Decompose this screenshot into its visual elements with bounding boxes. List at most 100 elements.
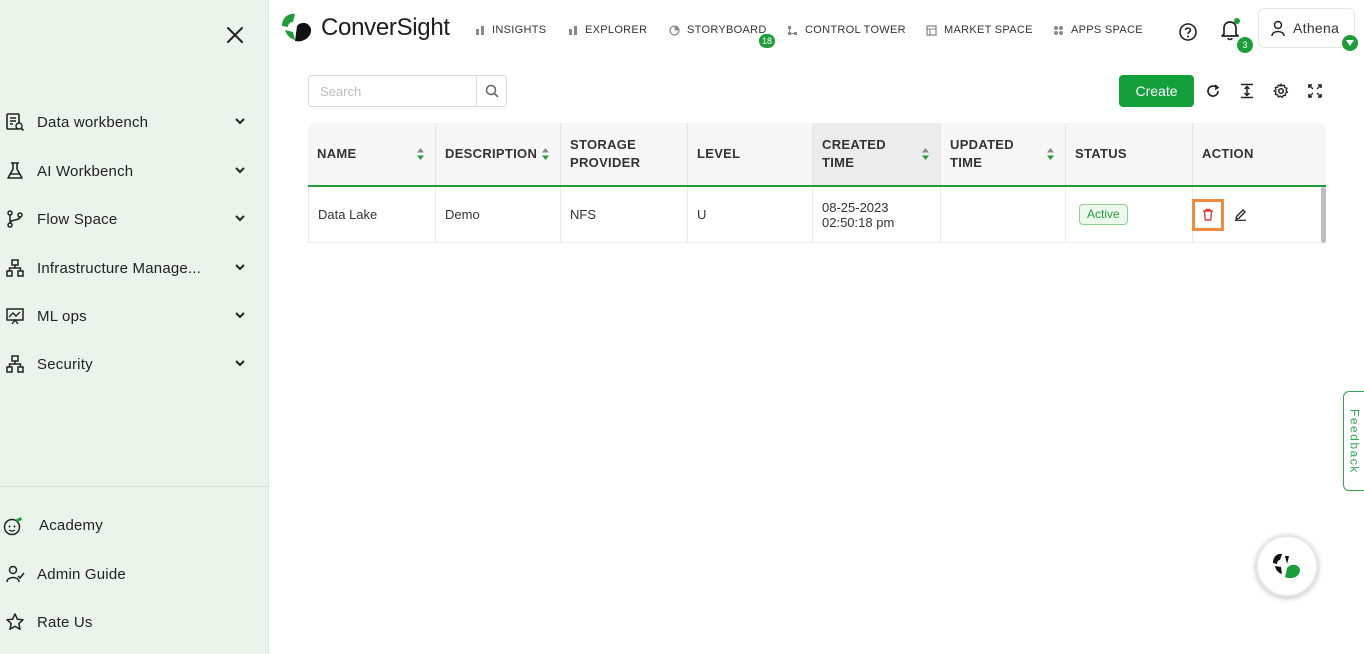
sidebar-footer-rate-us[interactable]: Rate Us — [0, 602, 269, 642]
sidebar-item-flow-space[interactable]: Flow Space — [0, 199, 269, 239]
sort-icon[interactable] — [416, 147, 425, 161]
sort-icon[interactable] — [1046, 147, 1055, 161]
help-button[interactable] — [1178, 22, 1198, 42]
column-header-storage-provider: STORAGE PROVIDER — [561, 123, 688, 185]
star-icon — [6, 613, 24, 630]
fullscreen-button[interactable] — [1306, 82, 1324, 100]
sidebar-footer-label: Admin Guide — [37, 565, 126, 583]
apps-grid-icon — [1054, 25, 1063, 35]
menu-market-space[interactable]: MARKET SPACE — [926, 24, 1033, 36]
menu-storyboard[interactable]: STORYBOARD — [669, 24, 767, 36]
column-header-label: DESCRIPTION — [445, 146, 538, 161]
column-header-level: LEVEL — [688, 123, 813, 185]
conversight-assistant-icon — [1273, 553, 1300, 579]
notification-count-badge: 3 — [1237, 37, 1253, 53]
edit-button[interactable] — [1232, 207, 1248, 223]
column-header-label: CREATED TIME — [822, 137, 886, 170]
sidebar-item-data-workbench[interactable]: Data workbench — [0, 102, 269, 142]
status-badge: Active — [1079, 204, 1128, 225]
sidebar-item-ai-workbench[interactable]: AI Workbench — [0, 151, 269, 191]
storyboard-badge: 18 — [759, 34, 776, 48]
bar-chart-icon — [569, 26, 577, 35]
close-sidebar-button[interactable] — [222, 22, 248, 48]
sort-icon[interactable] — [921, 147, 930, 161]
column-height-icon — [1241, 83, 1253, 99]
sidebar-footer-academy[interactable]: Academy — [0, 505, 269, 545]
chevron-down-icon — [235, 167, 245, 174]
menu-label: APPS SPACE — [1071, 24, 1143, 36]
settings-button[interactable] — [1272, 82, 1290, 100]
menu-explorer[interactable]: EXPLORER — [568, 24, 647, 36]
user-menu-caret[interactable] — [1342, 35, 1358, 51]
created-clock-time: 02:50:18 pm — [822, 214, 895, 230]
user-icon — [1271, 20, 1285, 37]
sidebar-footer-admin-guide[interactable]: Admin Guide — [0, 554, 269, 594]
user-menu-button[interactable]: Athena — [1258, 8, 1355, 48]
chevron-down-icon — [235, 264, 245, 271]
create-button[interactable]: Create — [1119, 75, 1194, 107]
column-header-description[interactable]: DESCRIPTION — [436, 123, 561, 185]
academy-icon — [3, 517, 22, 536]
column-header-label: NAME — [317, 146, 357, 161]
feedback-label: Feedback — [1347, 408, 1362, 474]
search-icon — [485, 84, 499, 98]
cell-name: Data Lake — [309, 187, 436, 242]
column-header-name[interactable]: NAME — [308, 123, 436, 185]
sidebar-item-security[interactable]: Security — [0, 344, 269, 384]
menu-label: EXPLORER — [585, 24, 648, 36]
sidebar-item-label: ML ops — [37, 307, 87, 325]
conversight-logo-icon — [282, 13, 312, 42]
sidebar-footer-label: Academy — [39, 516, 103, 534]
sitemap-icon — [6, 355, 24, 373]
close-icon — [227, 27, 243, 43]
data-table: NAME DESCRIPTION STORAGE PROVIDER LEVEL … — [308, 123, 1326, 243]
column-header-updated-time[interactable]: UPDATED TIME — [941, 123, 1066, 185]
chevron-down-icon — [235, 312, 245, 319]
cell-storage-provider: NFS — [561, 187, 688, 242]
pencil-icon — [1234, 209, 1246, 221]
chevron-down-icon — [235, 360, 245, 367]
chevron-down-icon — [235, 118, 245, 125]
menu-control-tower[interactable]: CONTROL TOWER — [787, 24, 906, 36]
network-icon — [788, 25, 797, 35]
pie-chart-icon — [669, 24, 680, 36]
cell-updated-time — [941, 187, 1066, 242]
brand-logo[interactable]: ConverSight — [279, 12, 450, 44]
feedback-tab[interactable]: Feedback — [1343, 391, 1364, 491]
menu-insights[interactable]: INSIGHTS — [475, 24, 546, 36]
sort-icon[interactable] — [541, 147, 550, 161]
refresh-button[interactable] — [1204, 82, 1222, 100]
cell-created-time: 08-25-2023 02:50:18 pm — [813, 187, 941, 242]
search-input[interactable] — [309, 76, 476, 106]
column-height-button[interactable] — [1238, 82, 1256, 100]
cell-status: Active — [1066, 187, 1193, 242]
column-header-label: LEVEL — [697, 146, 741, 161]
help-icon — [1179, 23, 1197, 41]
search-button[interactable] — [476, 76, 506, 106]
column-header-action: ACTION — [1193, 123, 1326, 185]
cell-action — [1192, 187, 1326, 242]
cell-description: Demo — [436, 187, 561, 242]
menu-apps-space[interactable]: APPS SPACE — [1053, 24, 1143, 36]
sidebar-item-ml-ops[interactable]: ML ops — [0, 296, 269, 336]
menu-label: MARKET SPACE — [944, 24, 1033, 36]
table-row[interactable]: Data Lake Demo NFS U 08-25-2023 02:50:18… — [308, 187, 1326, 243]
table-scrollbar[interactable] — [1321, 187, 1326, 243]
column-header-created-time[interactable]: CREATED TIME — [813, 123, 941, 185]
user-name: Athena — [1293, 20, 1340, 36]
sidebar-item-label: Infrastructure Manage... — [37, 259, 202, 277]
sidebar-item-label: AI Workbench — [37, 162, 134, 180]
trash-icon — [1203, 208, 1213, 221]
delete-button[interactable] — [1192, 198, 1224, 231]
sidebar-item-infrastructure-management[interactable]: Infrastructure Manage... — [0, 248, 269, 288]
created-date: 08-25-2023 — [822, 199, 889, 215]
fullscreen-icon — [1308, 84, 1322, 98]
flow-icon — [7, 210, 23, 228]
gear-icon — [1273, 83, 1289, 99]
bell-icon — [1221, 18, 1240, 41]
column-header-status: STATUS — [1066, 123, 1193, 185]
assistant-chat-button[interactable] — [1256, 535, 1318, 597]
presentation-chart-icon — [6, 308, 24, 325]
sidebar-item-label: Data workbench — [37, 113, 149, 131]
search-box — [308, 75, 507, 107]
